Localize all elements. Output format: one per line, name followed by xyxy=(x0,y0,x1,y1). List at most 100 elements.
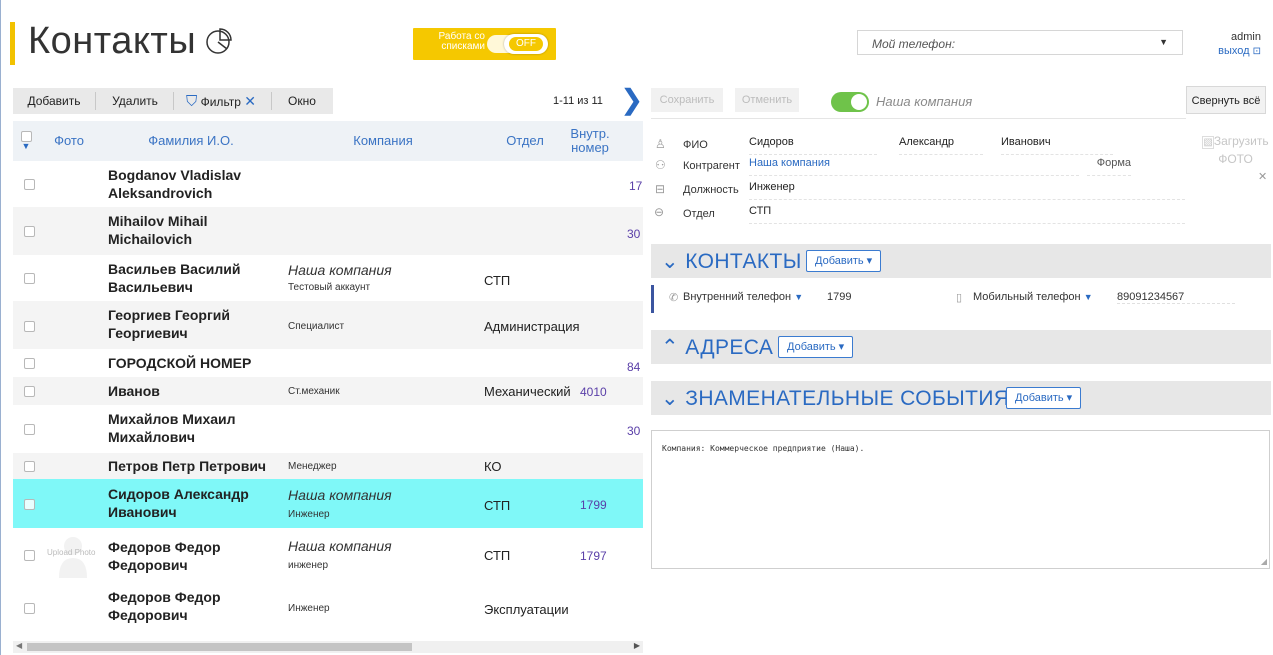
cancel-button[interactable]: Отменить xyxy=(735,88,799,112)
contact-name-line2: Федорович xyxy=(108,607,188,623)
window-border xyxy=(0,0,1,655)
column-extension[interactable]: Внутр. номер xyxy=(565,121,615,161)
table-row[interactable]: Bogdanov Vladislav Aleksandrovich 17 xyxy=(13,161,643,207)
horizontal-scrollbar[interactable]: ◀ ▶ xyxy=(13,641,643,653)
notes-textarea[interactable]: Компания: Коммерческое предприятие (Наша… xyxy=(651,430,1270,569)
extension: 17 xyxy=(629,179,643,193)
extension: 1797 xyxy=(580,549,607,563)
broken-image-icon: ▧ xyxy=(1202,136,1214,149)
add-address-button[interactable]: Добавить ▾ xyxy=(778,336,854,358)
mobile-phone-icon: ▯ xyxy=(956,292,963,304)
scrollbar-thumb[interactable] xyxy=(27,643,412,651)
column-name[interactable]: Фамилия И.О. xyxy=(101,121,281,161)
collapse-all-button[interactable]: Свернуть всё xyxy=(1186,86,1266,114)
list-mode-label: Работа со списками xyxy=(438,31,485,52)
remove-photo-icon[interactable]: ✕ xyxy=(1258,170,1267,183)
table-row[interactable]: Георгиев Георгий Георгиевич Специалист Ад… xyxy=(13,301,643,349)
sort-arrow-icon[interactable]: ▼ xyxy=(22,142,31,151)
row-checkbox[interactable] xyxy=(24,358,35,369)
row-checkbox[interactable] xyxy=(24,550,35,561)
row-checkbox[interactable] xyxy=(24,273,35,284)
select-all-header[interactable]: ▼ xyxy=(13,121,39,161)
events-section-header[interactable]: ⌄ ЗНАМЕНАТЕЛЬНЫЕ СОБЫТИЯ Добавить ▾ xyxy=(651,381,1271,415)
first-name-field[interactable]: Александр xyxy=(899,136,983,155)
list-mode-toggle[interactable]: Работа со списками OFF xyxy=(413,28,556,60)
contact-name-line1: Mihailov Mihail xyxy=(108,213,208,229)
column-department[interactable]: Отдел xyxy=(485,121,565,161)
contacts-section-header[interactable]: ⌄ КОНТАКТЫ Добавить ▾ xyxy=(651,244,1271,278)
position-field[interactable]: Инженер xyxy=(749,181,1185,200)
form-field[interactable]: Форма xyxy=(1087,157,1131,176)
contact-name-line1: Иванов xyxy=(108,383,160,399)
delete-button[interactable]: Удалить xyxy=(99,88,171,114)
table-row[interactable]: ГОРОДСКОЙ НОМЕР 84 xyxy=(13,349,643,377)
row-checkbox[interactable] xyxy=(24,461,35,472)
table-row[interactable]: Петров Петр Петрович Менеджер КО xyxy=(13,453,643,479)
clear-filter-icon[interactable]: ✕ xyxy=(244,93,256,109)
internal-phone-value[interactable]: 1799 xyxy=(827,291,851,303)
row-checkbox[interactable] xyxy=(24,179,35,190)
resize-grip-icon[interactable]: ◢ xyxy=(1261,557,1267,566)
row-checkbox[interactable] xyxy=(24,226,35,237)
department: Механический xyxy=(484,384,571,399)
contact-name-line1: Петров Петр Петрович xyxy=(108,458,267,474)
table-row[interactable]: Михайлов Михаил Михайлович 30 xyxy=(13,405,643,453)
column-company[interactable]: Компания xyxy=(283,121,483,161)
contact-photo[interactable]: Upload Photo xyxy=(44,528,104,582)
middle-name-field[interactable]: Иванович xyxy=(1001,136,1113,155)
addresses-section-title: ⌃ АДРЕСА xyxy=(661,336,774,359)
extension: 84 xyxy=(627,360,641,374)
company-name: Наша компания xyxy=(288,538,392,554)
contact-name-line1: ГОРОДСКОЙ НОМЕР xyxy=(108,355,252,371)
extension: 30 xyxy=(627,227,641,241)
scroll-right-icon[interactable]: ▶ xyxy=(634,641,640,650)
my-phone-select[interactable]: Мой телефон: ▼ xyxy=(857,30,1183,55)
table-row[interactable]: Васильев Василий Васильевич Наша компания… xyxy=(13,255,643,301)
position: Инженер xyxy=(288,603,330,614)
save-button[interactable]: Сохранить xyxy=(651,88,723,112)
toolbar-divider xyxy=(95,92,96,110)
internal-phone-type[interactable]: Внутренний телефон ▼ xyxy=(683,291,803,303)
table-row-selected[interactable]: Сидоров Александр Иванович Наша компания … xyxy=(13,479,643,528)
row-checkbox[interactable] xyxy=(24,321,35,332)
department-field[interactable]: СТП xyxy=(749,205,1185,224)
filter-button[interactable]: ⛉ Фильтр ✕ xyxy=(175,88,267,114)
brand-accent-bar xyxy=(10,22,15,65)
window-button[interactable]: Окно xyxy=(275,88,329,114)
logout-icon[interactable]: ⊡ xyxy=(1253,46,1261,57)
last-name-field[interactable]: Сидоров xyxy=(749,136,877,155)
row-checkbox[interactable] xyxy=(24,603,35,614)
column-photo[interactable]: Фото xyxy=(41,121,97,161)
person-icon: ♙ xyxy=(655,137,666,151)
table-row[interactable]: Иванов Ст.механик Механический 4010 xyxy=(13,377,643,405)
pie-chart-icon[interactable] xyxy=(205,27,233,55)
upload-photo-label[interactable]: Upload Photo xyxy=(47,548,95,557)
logout-link[interactable]: выход xyxy=(1218,45,1249,57)
department-label: Отдел xyxy=(683,208,715,220)
row-checkbox[interactable] xyxy=(24,386,35,397)
our-company-switch[interactable] xyxy=(831,92,869,112)
scroll-left-icon[interactable]: ◀ xyxy=(16,641,22,650)
user-info: admin выход ⊡ xyxy=(1218,30,1261,59)
department-icon: ⊖ xyxy=(654,205,665,219)
table-row[interactable]: Федоров Федор Федорович Инженер Эксплуата… xyxy=(13,582,643,632)
add-event-button[interactable]: Добавить ▾ xyxy=(1006,387,1082,409)
department: Эксплуатации xyxy=(484,602,569,617)
mobile-phone-value[interactable]: 89091234567 xyxy=(1117,291,1235,304)
table-row[interactable]: Upload Photo Федоров Федор Федорович Наша… xyxy=(13,528,643,582)
addresses-section-header[interactable]: ⌃ АДРЕСА Добавить ▾ xyxy=(651,330,1271,364)
table-row[interactable]: Mihailov Mihail Michailovich 30 xyxy=(13,207,643,255)
department: КО xyxy=(484,459,502,474)
add-contact-button[interactable]: Добавить ▾ xyxy=(806,250,882,272)
extension: 4010 xyxy=(580,385,607,399)
position-label: Должность xyxy=(683,184,739,196)
upload-photo-link[interactable]: ▧Загрузить ФОТО xyxy=(1198,133,1273,167)
add-button[interactable]: Добавить xyxy=(15,88,93,114)
mobile-phone-type[interactable]: Мобильный телефон ▼ xyxy=(973,291,1093,303)
counterparty-link[interactable]: Наша компания xyxy=(749,157,1079,176)
next-page-icon[interactable]: ❯ xyxy=(620,86,643,114)
page-title: Контакты xyxy=(28,20,197,62)
row-checkbox[interactable] xyxy=(24,424,35,435)
row-checkbox[interactable] xyxy=(24,499,35,510)
department: СТП xyxy=(484,498,511,513)
